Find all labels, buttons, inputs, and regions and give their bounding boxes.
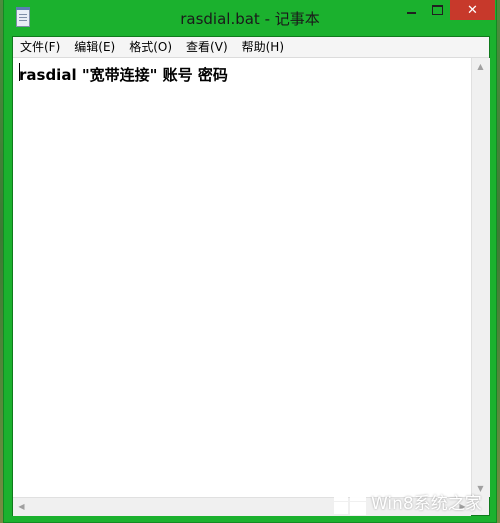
menu-bar: 文件(F) 编辑(E) 格式(O) 查看(V) 帮助(H) (13, 37, 489, 58)
minimize-icon (406, 12, 416, 14)
maximize-button[interactable] (424, 0, 450, 20)
close-icon: ✕ (467, 2, 478, 18)
menu-format[interactable]: 格式(O) (122, 37, 179, 57)
maximize-icon (431, 5, 443, 15)
scroll-up-icon[interactable]: ▲ (472, 58, 489, 75)
text-editor[interactable]: rasdial "宽带连接" 账号 密码 (13, 58, 471, 497)
editor-content[interactable]: rasdial "宽带连接" 账号 密码 (19, 64, 228, 85)
menu-edit[interactable]: 编辑(E) (67, 37, 122, 57)
windows-logo-icon (334, 487, 366, 515)
watermark: Win8系统之家 (334, 486, 482, 516)
client-area: 文件(F) 编辑(E) 格式(O) 查看(V) 帮助(H) rasdial "宽… (12, 36, 490, 516)
menu-help[interactable]: 帮助(H) (235, 37, 291, 57)
menu-file[interactable]: 文件(F) (13, 37, 67, 57)
menu-view[interactable]: 查看(V) (179, 37, 235, 57)
title-bar[interactable]: rasdial.bat - 记事本 ✕ (4, 0, 496, 36)
vertical-scrollbar[interactable]: ▲ ▼ (471, 58, 490, 497)
notepad-window: rasdial.bat - 记事本 ✕ 文件(F) 编辑(E) 格式(O) 查看… (4, 0, 496, 522)
watermark-text: Win8系统之家 (371, 493, 482, 514)
text-caret (19, 63, 20, 81)
close-button[interactable]: ✕ (450, 0, 495, 20)
minimize-button[interactable] (398, 0, 424, 20)
scroll-left-icon[interactable]: ◀ (13, 498, 30, 515)
